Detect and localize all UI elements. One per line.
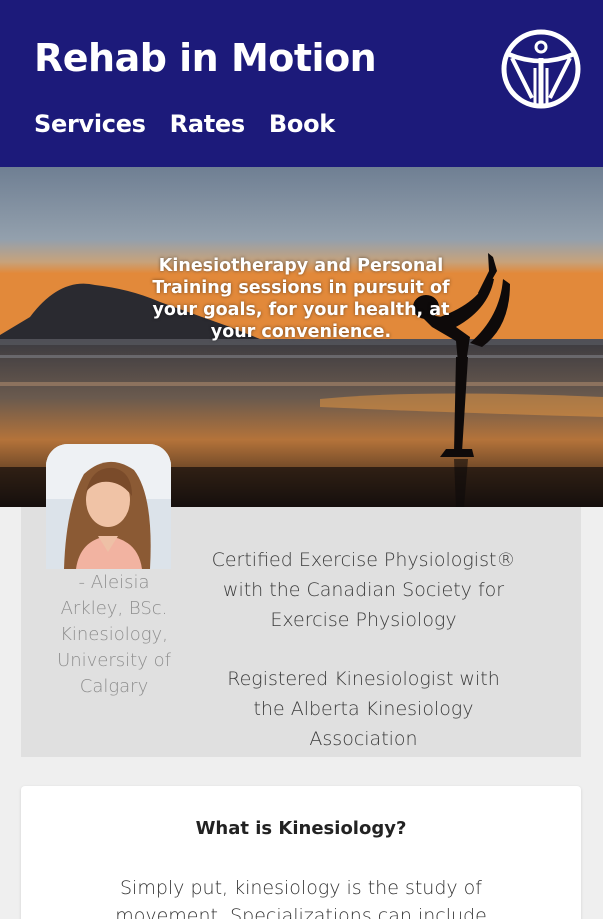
aleisia-portrait-photo — [46, 444, 171, 569]
main-nav: Services Rates Book — [34, 110, 335, 138]
credential-cep: Certified Exercise Physiologist® with th… — [211, 549, 516, 631]
portrait-illustration — [46, 444, 171, 569]
card-body: Simply put, kinesiology is the study of … — [115, 877, 487, 919]
what-is-kinesiology-card: What is Kinesiology? Simply put, kinesio… — [21, 786, 581, 919]
nav-book-link[interactable]: Book — [269, 110, 335, 138]
credential-rk: Registered Kinesiologist with the Albert… — [227, 668, 500, 750]
nav-rates-link[interactable]: Rates — [170, 110, 246, 138]
site-title[interactable]: Rehab in Motion — [34, 36, 377, 80]
card-title: What is Kinesiology? — [195, 818, 407, 839]
hero-tagline: Kinesiotherapy and Personal Training ses… — [152, 256, 450, 342]
profile-caption: - Aleisia Arkley, BSc. Kinesiology, Univ… — [57, 572, 171, 697]
credentials-text: Certified Exercise Physiologist® with th… — [211, 545, 516, 754]
site-header: Rehab in Motion Services Rates Book — [0, 0, 603, 167]
figure-in-circle-logo-icon[interactable] — [500, 28, 582, 110]
nav-services-link[interactable]: Services — [34, 110, 146, 138]
